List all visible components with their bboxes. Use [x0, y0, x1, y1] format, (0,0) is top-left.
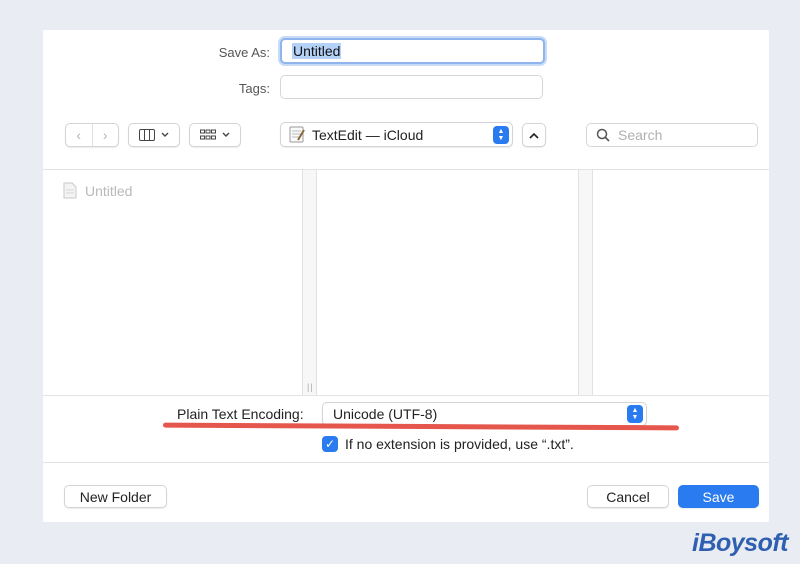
column-divider[interactable]: [578, 170, 593, 395]
cancel-button[interactable]: Cancel: [587, 485, 669, 508]
tags-label: Tags:: [238, 81, 270, 96]
save-dialog: Save As: Untitled Tags: ‹ › TextEdit — i…: [43, 30, 769, 522]
encoding-value: Unicode (UTF-8): [333, 406, 438, 422]
chevron-down-icon: [222, 132, 230, 137]
resize-grip-icon: ||: [307, 382, 314, 392]
document-icon: [63, 182, 77, 199]
back-button[interactable]: ‹: [66, 124, 93, 146]
column-divider[interactable]: ||: [302, 170, 317, 395]
file-browser: Untitled ||: [43, 169, 769, 396]
textedit-icon: [289, 126, 305, 143]
extension-option: ✓ If no extension is provided, use “.txt…: [322, 436, 574, 452]
grid-icon: [200, 129, 216, 140]
chevron-down-icon: [161, 132, 169, 137]
stepper-icon: ▲ ▼: [627, 405, 643, 423]
new-folder-button[interactable]: New Folder: [64, 485, 167, 508]
file-name: Untitled: [85, 182, 133, 199]
columns-icon: [139, 129, 155, 141]
chevron-left-icon: ‹: [76, 127, 82, 143]
back-forward-group: ‹ ›: [65, 123, 119, 147]
search-placeholder: Search: [618, 127, 663, 143]
encoding-popup[interactable]: Unicode (UTF-8) ▲ ▼: [322, 402, 647, 426]
stepper-icon: ▲ ▼: [493, 125, 509, 144]
save-button[interactable]: Save: [678, 485, 759, 508]
chevron-right-icon: ›: [102, 127, 108, 143]
search-icon: [596, 128, 610, 142]
group-button[interactable]: [189, 123, 241, 147]
tags-field[interactable]: [280, 75, 543, 99]
location-popup[interactable]: TextEdit — iCloud ▲ ▼: [280, 122, 513, 147]
forward-button[interactable]: ›: [93, 124, 119, 146]
view-mode-button[interactable]: [128, 123, 180, 147]
save-as-label: Save As:: [218, 45, 270, 60]
extension-option-label: If no extension is provided, use “.txt”.: [345, 436, 574, 452]
chevron-up-icon: [529, 132, 539, 139]
file-item[interactable]: Untitled: [63, 182, 132, 199]
divider: [43, 462, 769, 463]
collapse-button[interactable]: [522, 123, 546, 147]
extension-checkbox[interactable]: ✓: [322, 436, 338, 452]
save-as-field[interactable]: Untitled: [280, 38, 545, 64]
save-as-value: Untitled: [292, 43, 342, 59]
iboysoft-watermark: iBoysoft: [692, 529, 789, 557]
checkmark-icon: ✓: [324, 437, 336, 451]
encoding-label: Plain Text Encoding:: [177, 406, 304, 422]
search-field[interactable]: Search: [586, 123, 758, 147]
location-label: TextEdit — iCloud: [312, 126, 424, 143]
